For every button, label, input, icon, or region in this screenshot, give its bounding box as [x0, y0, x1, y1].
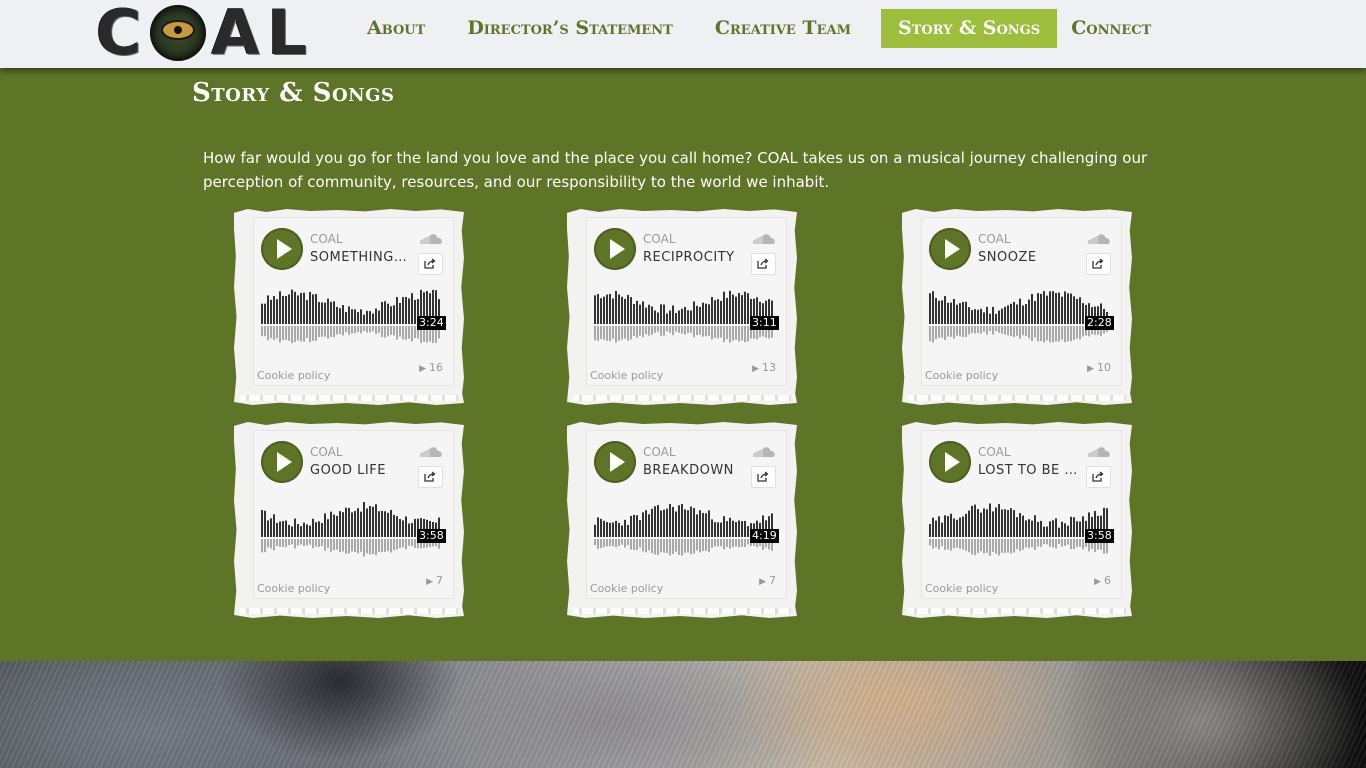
- track-duration: 3:58: [417, 529, 446, 543]
- track-artist[interactable]: COAL: [643, 445, 676, 459]
- nav-directors-statement[interactable]: Director’s Statement: [455, 9, 685, 48]
- cookie-policy-link[interactable]: Cookie policy: [925, 369, 998, 382]
- cookie-policy-link[interactable]: Cookie policy: [590, 582, 663, 595]
- soundcloud-icon[interactable]: [419, 446, 443, 458]
- nav-creative-team[interactable]: Creative Team: [703, 9, 863, 48]
- cookie-policy-link[interactable]: Cookie policy: [925, 582, 998, 595]
- nav-connect[interactable]: Connect: [1059, 9, 1163, 48]
- share-icon[interactable]: [1086, 466, 1111, 488]
- soundcloud-player: COAL GOOD LIFE 3:58 ▶ 7 Cookie policy: [253, 430, 454, 599]
- soundcloud-icon[interactable]: [1087, 446, 1111, 458]
- play-count: ▶ 6: [1094, 574, 1111, 587]
- soundcloud-icon[interactable]: [419, 233, 443, 245]
- play-count: ▶ 13: [752, 361, 776, 374]
- share-icon[interactable]: [751, 253, 776, 275]
- waveform[interactable]: [261, 288, 443, 348]
- play-count-icon: ▶: [1087, 364, 1094, 374]
- track-title[interactable]: SOMETHING ...: [310, 250, 410, 265]
- waveform[interactable]: [594, 501, 776, 561]
- play-count-value: 13: [762, 361, 776, 374]
- play-icon[interactable]: [594, 228, 636, 270]
- track-duration: 3:24: [417, 316, 446, 330]
- play-icon[interactable]: [261, 441, 303, 483]
- track-title[interactable]: SNOOZE: [978, 250, 1078, 265]
- track-title[interactable]: GOOD LIFE: [310, 463, 410, 478]
- track-card: COAL RECIPROCITY 3:11 ▶ 13 Cookie policy: [567, 209, 797, 405]
- track-card: COAL GOOD LIFE 3:58 ▶ 7 Cookie policy: [234, 422, 464, 618]
- nav-story-songs[interactable]: Story & Songs: [880, 9, 1058, 48]
- share-icon[interactable]: [418, 253, 443, 275]
- play-icon[interactable]: [261, 228, 303, 270]
- play-count: ▶ 10: [1087, 361, 1111, 374]
- logo-letter-l: L: [267, 0, 310, 69]
- koala-photo: [0, 661, 1366, 768]
- play-count-icon: ▶: [752, 364, 759, 374]
- soundcloud-icon[interactable]: [752, 233, 776, 245]
- play-count-value: 7: [436, 574, 443, 587]
- soundcloud-player: COAL SOMETHING ... 3:24 ▶ 16 Cookie polic…: [253, 217, 454, 386]
- section-intro: How far would you go for the land you lo…: [203, 149, 1148, 191]
- play-icon[interactable]: [929, 441, 971, 483]
- track-artist[interactable]: COAL: [310, 445, 343, 459]
- main-nav: About Director’s Statement Creative Team…: [355, 9, 1181, 48]
- play-count-value: 7: [769, 574, 776, 587]
- track-title[interactable]: LOST TO BE ...: [978, 463, 1078, 478]
- logo-letter-c: C: [96, 0, 144, 69]
- logo-letter-a: A: [211, 0, 262, 69]
- soundcloud-player: COAL RECIPROCITY 3:11 ▶ 13 Cookie policy: [586, 217, 787, 386]
- track-title[interactable]: BREAKDOWN: [643, 463, 743, 478]
- waveform[interactable]: [929, 501, 1111, 561]
- cookie-policy-link[interactable]: Cookie policy: [257, 582, 330, 595]
- track-duration: 4:19: [750, 529, 779, 543]
- soundcloud-player: COAL BREAKDOWN 4:19 ▶ 7 Cookie policy: [586, 430, 787, 599]
- soundcloud-player: COAL SNOOZE 2:28 ▶ 10 Cookie policy: [921, 217, 1122, 386]
- play-count-icon: ▶: [419, 364, 426, 374]
- share-icon[interactable]: [751, 466, 776, 488]
- track-card: COAL SNOOZE 2:28 ▶ 10 Cookie policy: [902, 209, 1132, 405]
- site-header: C A L About Director’s Statement Creativ…: [0, 0, 1366, 68]
- track-duration: 3:58: [1085, 529, 1114, 543]
- logo-eye-o-icon: [149, 5, 206, 61]
- waveform[interactable]: [929, 288, 1111, 348]
- track-duration: 3:11: [750, 316, 779, 330]
- play-count: ▶ 7: [759, 574, 776, 587]
- soundcloud-icon[interactable]: [752, 446, 776, 458]
- waveform[interactable]: [261, 501, 443, 561]
- play-count-value: 16: [429, 361, 443, 374]
- cookie-policy-link[interactable]: Cookie policy: [257, 369, 330, 382]
- play-count-value: 6: [1104, 574, 1111, 587]
- nav-about[interactable]: About: [355, 9, 437, 48]
- track-artist[interactable]: COAL: [643, 232, 676, 246]
- track-card: COAL BREAKDOWN 4:19 ▶ 7 Cookie policy: [567, 422, 797, 618]
- track-artist[interactable]: COAL: [310, 232, 343, 246]
- play-icon[interactable]: [929, 228, 971, 270]
- play-count-icon: ▶: [1094, 577, 1101, 587]
- play-count-icon: ▶: [426, 577, 433, 587]
- soundcloud-player: COAL LOST TO BE ... 3:58 ▶ 6 Cookie polic…: [921, 430, 1122, 599]
- share-icon[interactable]: [1086, 253, 1111, 275]
- waveform[interactable]: [594, 288, 776, 348]
- play-icon[interactable]: [594, 441, 636, 483]
- track-card: COAL SOMETHING ... 3:24 ▶ 16 Cookie polic…: [234, 209, 464, 405]
- share-icon[interactable]: [418, 466, 443, 488]
- play-count: ▶ 7: [426, 574, 443, 587]
- cookie-policy-link[interactable]: Cookie policy: [590, 369, 663, 382]
- play-count-icon: ▶: [759, 577, 766, 587]
- track-artist[interactable]: COAL: [978, 232, 1011, 246]
- track-card: COAL LOST TO BE ... 3:58 ▶ 6 Cookie polic…: [902, 422, 1132, 618]
- track-duration: 2:28: [1085, 316, 1114, 330]
- site-logo[interactable]: C A L: [96, 0, 310, 69]
- track-title[interactable]: RECIPROCITY: [643, 250, 743, 265]
- section-title: Story & Songs: [192, 78, 395, 108]
- track-artist[interactable]: COAL: [978, 445, 1011, 459]
- soundcloud-icon[interactable]: [1087, 233, 1111, 245]
- play-count-value: 10: [1097, 361, 1111, 374]
- play-count: ▶ 16: [419, 361, 443, 374]
